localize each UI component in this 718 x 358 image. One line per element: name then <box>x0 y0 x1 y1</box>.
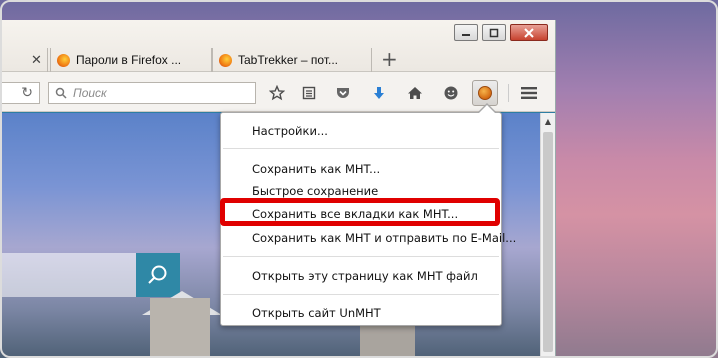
pocket-icon[interactable] <box>332 82 354 104</box>
search-placeholder: Поиск <box>73 86 107 100</box>
search-icon <box>148 265 167 284</box>
search-icon <box>55 87 67 99</box>
tab-close-icon[interactable]: ✕ <box>31 52 42 68</box>
close-icon[interactable] <box>510 24 548 41</box>
menu-item-settings[interactable]: Настройки... <box>252 123 328 139</box>
menu-item-save-mht[interactable]: Сохранить как MHT... <box>252 161 380 177</box>
menu-item-open-as-mht[interactable]: Открыть эту страницу как MHT файл <box>252 268 478 284</box>
tab-title: Пароли в Firefox ... <box>76 53 182 67</box>
building <box>150 298 210 358</box>
toolbar-divider <box>508 84 509 102</box>
home-icon[interactable] <box>404 82 426 104</box>
maximize-icon[interactable] <box>482 24 506 41</box>
hamburger-menu-icon[interactable] <box>518 82 540 104</box>
window-controls <box>454 24 548 41</box>
firefox-icon <box>57 53 70 67</box>
menu-item-open-unmht-site[interactable]: Открыть сайт UnMHT <box>252 305 381 321</box>
download-icon[interactable] <box>368 82 390 104</box>
new-tab-icon[interactable]: + <box>381 47 398 71</box>
firefox-icon <box>219 53 232 67</box>
tab-2[interactable]: TabTrekker – пот... <box>212 48 372 72</box>
url-bar[interactable]: ↻ <box>0 82 40 104</box>
search-input[interactable]: Поиск <box>48 82 256 104</box>
scrollbar-thumb[interactable] <box>543 132 553 352</box>
menu-divider <box>223 256 499 257</box>
tab-strip: ✕ Пароли в Firefox ... TabTrekker – пот.… <box>0 20 555 72</box>
smiley-icon[interactable] <box>440 82 462 104</box>
menu-divider <box>223 294 499 295</box>
menu-divider <box>223 148 499 149</box>
menu-item-quick-save[interactable]: Быстрое сохранение <box>252 183 378 199</box>
page-search-field[interactable] <box>0 253 136 297</box>
minimize-icon[interactable] <box>454 24 478 41</box>
highlight-box <box>220 198 500 226</box>
bookmark-star-icon[interactable] <box>266 82 288 104</box>
reload-icon[interactable]: ↻ <box>21 85 33 101</box>
scroll-up-icon[interactable]: ▲ <box>540 113 555 129</box>
tab-1[interactable]: Пароли в Firefox ... <box>50 48 212 72</box>
reading-list-icon[interactable] <box>298 82 320 104</box>
nav-toolbar: ↻ Поиск <box>0 72 555 112</box>
menu-item-save-and-email[interactable]: Сохранить как MHT и отправить по E-Mail.… <box>252 230 516 246</box>
tab-partial[interactable]: ✕ <box>0 48 48 72</box>
tab-title: TabTrekker – пот... <box>238 53 338 67</box>
